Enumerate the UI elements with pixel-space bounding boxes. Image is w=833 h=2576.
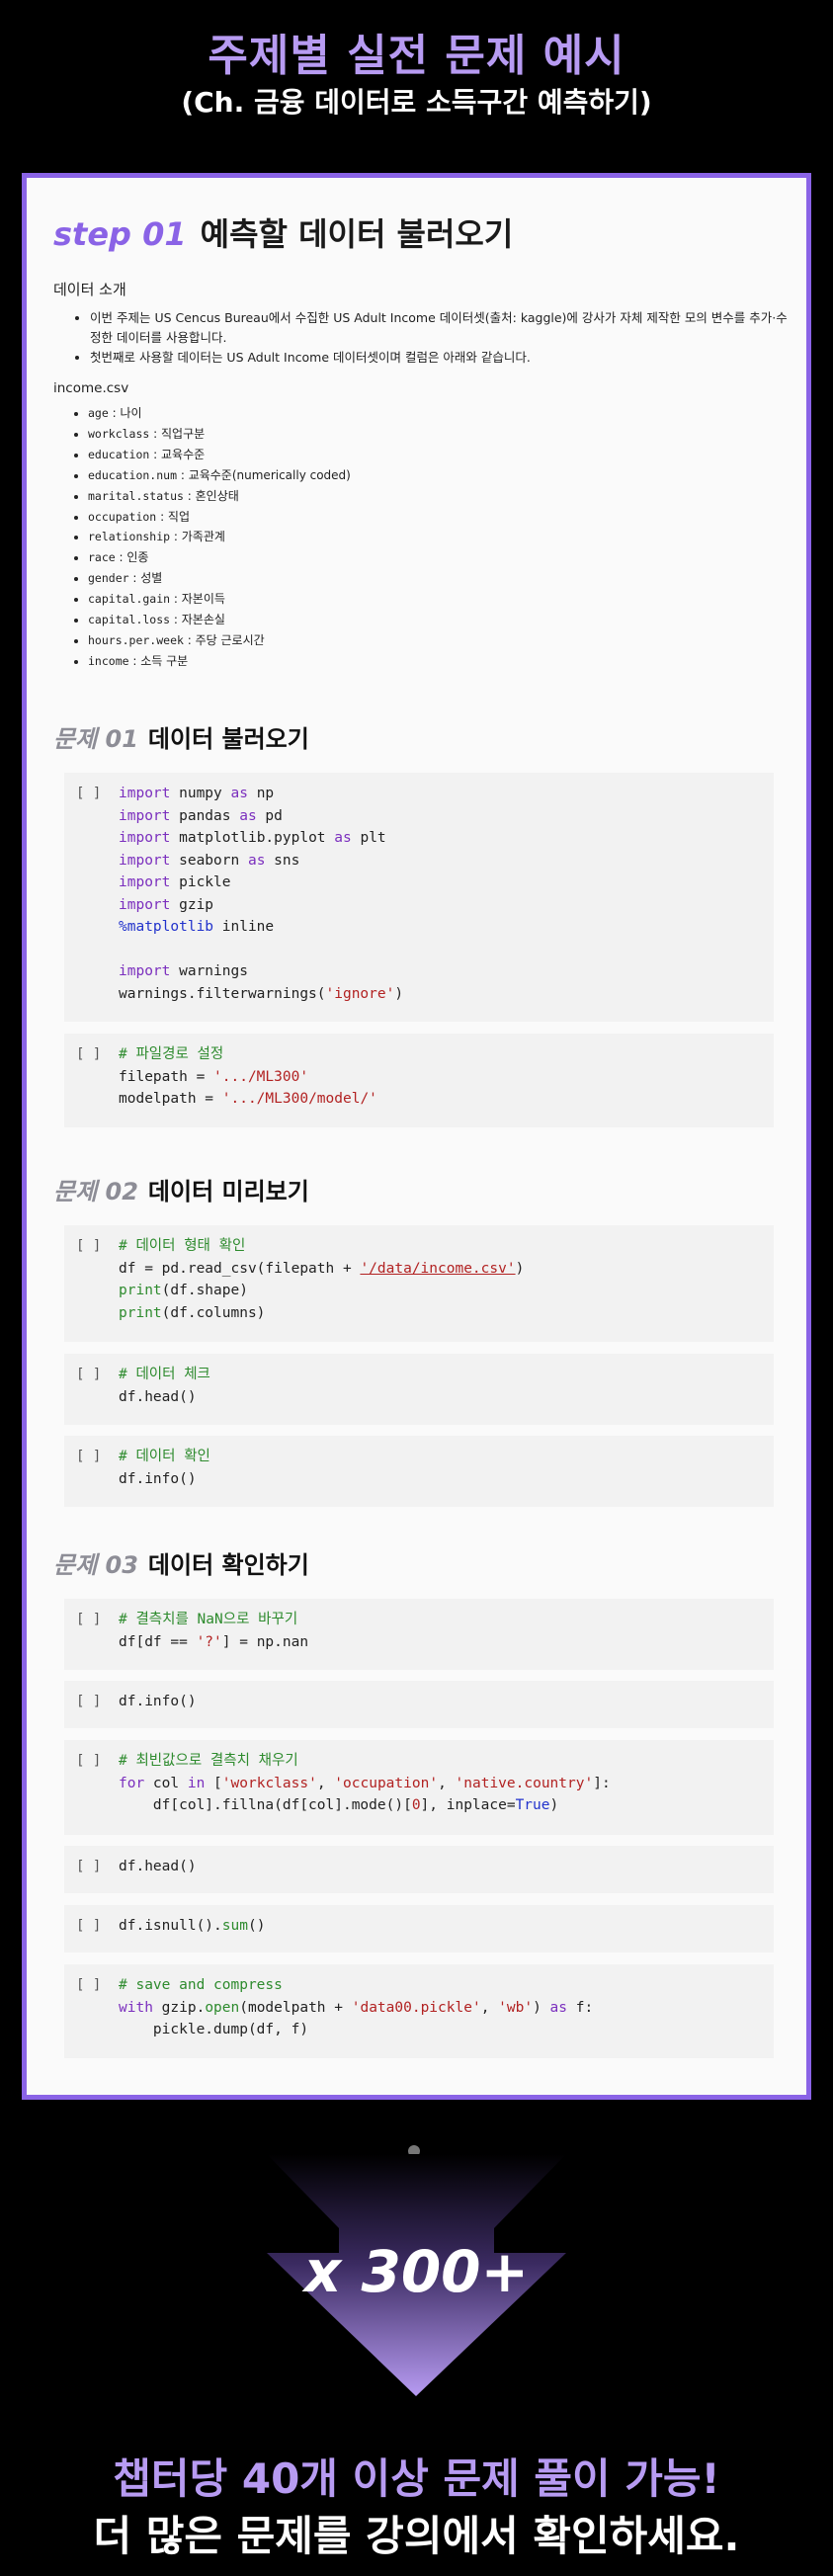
intro-bullet: 이번 주제는 US Cencus Bureau에서 수집한 US Adult I… bbox=[90, 308, 791, 348]
code-content[interactable]: # 최빈값으로 결측치 채우기 for col in ['workclass',… bbox=[119, 1750, 774, 1817]
variable-item: occupation : 직업 bbox=[88, 507, 351, 528]
problem-number: 문제 03 bbox=[53, 1551, 138, 1579]
variable-desc: : 교육수준(numerically coded) bbox=[177, 467, 351, 482]
code-content[interactable]: # 파일경로 설정 filepath = '.../ML300' modelpa… bbox=[119, 1043, 774, 1111]
variable-name: capital.loss bbox=[88, 613, 171, 627]
code-cell[interactable]: [ ] df.head() bbox=[64, 1846, 774, 1893]
variable-desc: : 직업 bbox=[156, 509, 191, 524]
cell-run-bracket[interactable]: [ ] bbox=[76, 1235, 101, 1258]
page-title: 주제별 실전 문제 예시 bbox=[208, 31, 625, 81]
variable-item: race : 인종 bbox=[88, 547, 351, 568]
code-cell[interactable]: [ ] # save and compress with gzip.open(mo… bbox=[64, 1964, 774, 2058]
variable-name: workclass bbox=[88, 426, 150, 441]
variable-item: income : 소득 구분 bbox=[88, 651, 351, 672]
variable-name: occupation bbox=[88, 509, 157, 524]
problem-number: 문제 02 bbox=[53, 1178, 138, 1205]
code-content[interactable]: # 데이터 확인 df.info() bbox=[119, 1446, 774, 1490]
variable-item: capital.loss : 자본손실 bbox=[88, 610, 351, 630]
variable-name: income bbox=[88, 653, 129, 668]
code-content[interactable]: df.isnull().sum() bbox=[119, 1915, 774, 1938]
variable-name: capital.gain bbox=[88, 592, 171, 607]
code-cell[interactable]: [ ] df.isnull().sum() bbox=[64, 1905, 774, 1953]
code-cell[interactable]: [ ] import numpy as np import pandas as p… bbox=[64, 773, 774, 1022]
problem-01-title: 문제 01 데이터 불러오기 bbox=[53, 719, 309, 754]
variable-item: education : 교육수준 bbox=[88, 445, 351, 465]
problem-03-title: 문제 03 데이터 확인하기 bbox=[53, 1545, 309, 1580]
cell-run-bracket[interactable]: [ ] bbox=[76, 1364, 101, 1386]
problem-heading: 데이터 미리보기 bbox=[147, 1178, 309, 1205]
problem-02-title: 문제 02 데이터 미리보기 bbox=[53, 1172, 309, 1206]
dataset-filename: income.csv bbox=[53, 380, 129, 396]
code-cell[interactable]: [ ] # 데이터 확인 df.info() bbox=[64, 1436, 774, 1507]
variable-desc: : 나이 bbox=[108, 406, 142, 420]
code-content[interactable]: # 결측치를 NaN으로 바꾸기 df[df == '?'] = np.nan bbox=[119, 1609, 774, 1653]
variable-desc: : 성별 bbox=[128, 571, 163, 586]
cell-run-bracket[interactable]: [ ] bbox=[76, 1609, 101, 1631]
problem-card: step 01 예측할 데이터 불러오기 데이터 소개 이번 주제는 US Cen… bbox=[22, 173, 811, 2100]
variable-item: age : 나이 bbox=[88, 403, 351, 424]
cell-run-bracket[interactable]: [ ] bbox=[76, 1974, 101, 1997]
variable-item: workclass : 직업구분 bbox=[88, 424, 351, 445]
variable-desc: : 자본손실 bbox=[170, 613, 225, 627]
problem-heading: 데이터 불러오기 bbox=[147, 725, 309, 753]
code-cell[interactable]: [ ] df.info() bbox=[64, 1681, 774, 1728]
intro-bullets: 이번 주제는 US Cencus Bureau에서 수집한 US Adult I… bbox=[66, 308, 791, 368]
variable-desc: : 직업구분 bbox=[149, 426, 206, 441]
variable-desc: : 인종 bbox=[115, 550, 149, 565]
code-cell[interactable]: [ ] # 데이터 체크 df.head() bbox=[64, 1354, 774, 1425]
cell-run-bracket[interactable]: [ ] bbox=[76, 1446, 101, 1468]
step-title: step 01 예측할 데이터 불러오기 bbox=[53, 209, 513, 255]
variable-desc: : 혼인상태 bbox=[183, 488, 239, 503]
code-content[interactable]: df.head() bbox=[119, 1856, 774, 1878]
code-cell[interactable]: [ ] # 파일경로 설정 filepath = '.../ML300' mode… bbox=[64, 1034, 774, 1127]
variable-name: relationship bbox=[88, 530, 171, 544]
variable-list: age : 나이 workclass : 직업구분 education : 교육… bbox=[66, 403, 351, 672]
variable-desc: : 가족관계 bbox=[170, 530, 225, 544]
cell-run-bracket[interactable]: [ ] bbox=[76, 1691, 101, 1713]
code-content[interactable]: import numpy as np import pandas as pd i… bbox=[119, 783, 774, 1005]
variable-item: relationship : 가족관계 bbox=[88, 527, 351, 547]
code-content[interactable]: # save and compress with gzip.open(model… bbox=[119, 1974, 774, 2041]
variable-item: gender : 성별 bbox=[88, 568, 351, 589]
promo-line-2: 더 많은 문제를 강의에서 확인하세요. bbox=[93, 2512, 740, 2560]
variable-name: education bbox=[88, 447, 150, 461]
code-cell[interactable]: [ ] # 결측치를 NaN으로 바꾸기 df[df == '?'] = np.n… bbox=[64, 1599, 774, 1670]
code-content[interactable]: df.info() bbox=[119, 1691, 774, 1713]
cell-run-bracket[interactable]: [ ] bbox=[76, 1750, 101, 1773]
code-content[interactable]: # 데이터 체크 df.head() bbox=[119, 1364, 774, 1408]
variable-item: capital.gain : 자본이득 bbox=[88, 589, 351, 610]
code-content[interactable]: # 데이터 형태 확인 df = pd.read_csv(filepath + … bbox=[119, 1235, 774, 1324]
variable-name: education.num bbox=[88, 467, 178, 482]
problem-heading: 데이터 확인하기 bbox=[147, 1551, 309, 1579]
cell-run-bracket[interactable]: [ ] bbox=[76, 1915, 101, 1938]
variable-desc: : 주당 근로시간 bbox=[183, 632, 265, 647]
problem-number: 문제 01 bbox=[53, 725, 138, 753]
variable-item: education.num : 교육수준(numerically coded) bbox=[88, 465, 351, 486]
variable-item: marital.status : 혼인상태 bbox=[88, 486, 351, 507]
variable-item: hours.per.week : 주당 근로시간 bbox=[88, 630, 351, 651]
intro-bullet: 첫번째로 사용할 데이터는 US Adult Income 데이터셋이며 컬럼은… bbox=[90, 348, 791, 368]
cell-run-bracket[interactable]: [ ] bbox=[76, 1856, 101, 1878]
variable-name: hours.per.week bbox=[88, 632, 184, 647]
step-label: step 01 bbox=[53, 215, 187, 253]
intro-heading: 데이터 소개 bbox=[53, 281, 126, 298]
cell-run-bracket[interactable]: [ ] bbox=[76, 783, 101, 805]
variable-name: marital.status bbox=[88, 488, 184, 503]
multiplier-label: x 300+ bbox=[303, 2238, 530, 2305]
variable-name: race bbox=[88, 550, 116, 565]
variable-desc: : 자본이득 bbox=[170, 592, 225, 607]
variable-desc: : 소득 구분 bbox=[128, 653, 189, 668]
step-heading: 예측할 데이터 불러오기 bbox=[200, 215, 514, 253]
code-cell[interactable]: [ ] # 데이터 형태 확인 df = pd.read_csv(filepath… bbox=[64, 1225, 774, 1342]
promo-line-1: 챕터당 40개 이상 문제 풀이 가능! bbox=[113, 2454, 720, 2503]
cell-run-bracket[interactable]: [ ] bbox=[76, 1043, 101, 1066]
variable-name: age bbox=[88, 406, 109, 420]
code-cell[interactable]: [ ] # 최빈값으로 결측치 채우기 for col in ['workclas… bbox=[64, 1740, 774, 1835]
page-subtitle: (Ch. 금융 데이터로 소득구간 예측하기) bbox=[181, 86, 652, 119]
variable-desc: : 교육수준 bbox=[149, 447, 206, 461]
variable-name: gender bbox=[88, 571, 129, 586]
